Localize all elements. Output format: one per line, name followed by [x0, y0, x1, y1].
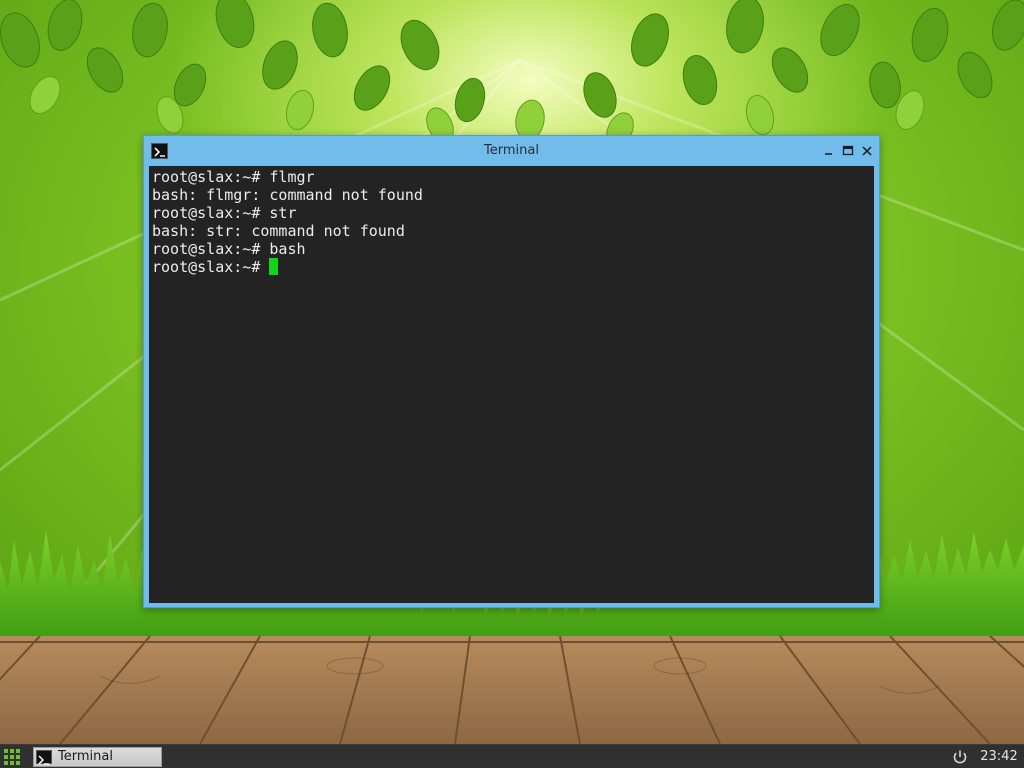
- terminal-line: root@slax:~# str: [152, 204, 297, 222]
- app-grid-icon: [4, 749, 20, 765]
- taskbar-item-terminal[interactable]: Terminal: [33, 747, 162, 767]
- window-titlebar[interactable]: Terminal: [144, 136, 879, 166]
- start-menu-button[interactable]: [2, 748, 22, 766]
- close-button[interactable]: [859, 143, 875, 159]
- terminal-line: root@slax:~# bash: [152, 240, 306, 258]
- maximize-icon: [842, 145, 854, 156]
- terminal-output[interactable]: root@slax:~# flmgr bash: flmgr: command …: [149, 166, 874, 603]
- terminal-line: root@slax:~# flmgr: [152, 168, 315, 186]
- minimize-icon: [825, 153, 832, 155]
- minimize-button[interactable]: [821, 143, 837, 159]
- taskbar-item-label: Terminal: [58, 749, 113, 764]
- window-title: Terminal: [484, 143, 539, 158]
- wallpaper-wooden-deck: [0, 636, 1024, 744]
- taskbar-clock[interactable]: 23:42: [976, 745, 1022, 768]
- maximize-button[interactable]: [840, 143, 856, 159]
- power-button[interactable]: [951, 748, 969, 766]
- wallpaper-leaves: [0, 0, 1024, 148]
- taskbar: Terminal 23:42: [0, 744, 1024, 768]
- terminal-cursor: [269, 258, 279, 275]
- power-icon: [953, 750, 967, 764]
- terminal-prompt-line[interactable]: root@slax:~#: [152, 258, 874, 276]
- terminal-prompt: root@slax:~#: [152, 258, 270, 276]
- terminal-window[interactable]: Terminal root@slax:~# flmgr bash: flmgr:…: [143, 135, 880, 608]
- terminal-line: bash: str: command not found: [152, 222, 405, 240]
- close-icon: [862, 146, 872, 156]
- terminal-icon: [36, 750, 52, 765]
- terminal-line: bash: flmgr: command not found: [152, 186, 423, 204]
